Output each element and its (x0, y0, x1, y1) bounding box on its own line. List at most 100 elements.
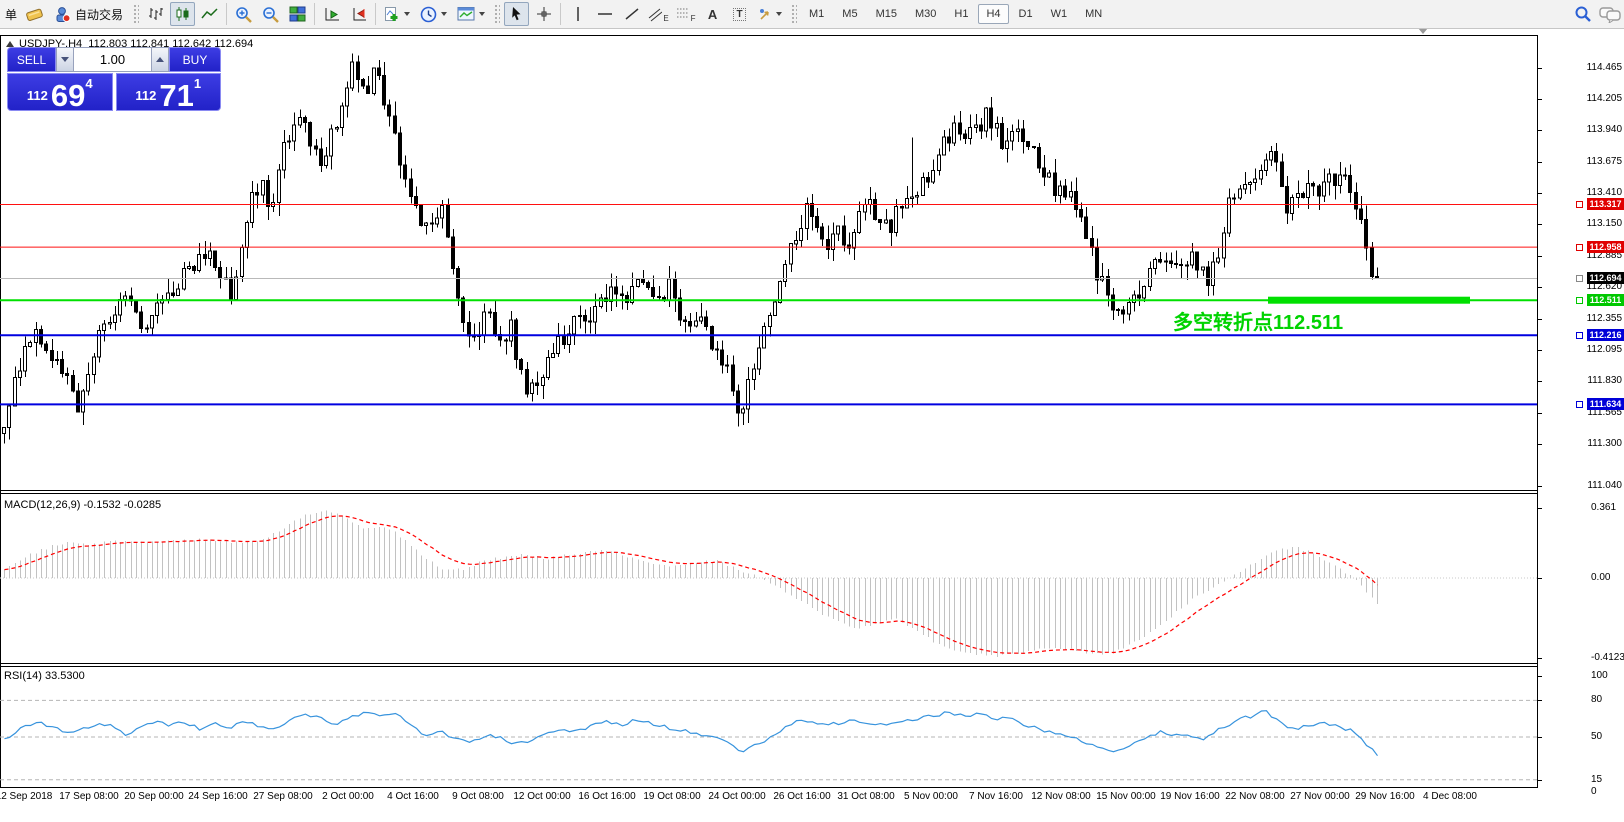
tf-button-M15[interactable]: M15 (868, 4, 905, 24)
pane-splitter[interactable] (0, 490, 1538, 491)
horizontal-line-tool-button[interactable] (592, 2, 617, 26)
tf-button-M5[interactable]: M5 (834, 4, 865, 24)
toolbar-separator (226, 3, 227, 25)
sell-button[interactable]: SELL (7, 47, 56, 72)
chart-shift-icon (350, 6, 368, 23)
toolbar-separator (375, 3, 376, 25)
hline-handle[interactable] (1576, 201, 1583, 208)
macd-tick-label: -0.4123 (1591, 652, 1624, 663)
auto-scroll-button[interactable] (319, 2, 344, 26)
hline-handle[interactable] (1576, 244, 1583, 251)
tf-button-H1[interactable]: H1 (946, 4, 976, 24)
line-chart-button[interactable] (197, 2, 222, 26)
toolbar-grip[interactable] (790, 3, 797, 25)
macd-pane[interactable] (0, 497, 1537, 663)
arrows-tool-icon (758, 7, 772, 22)
tf-button-W1[interactable]: W1 (1043, 4, 1076, 24)
candlestick-chart-button[interactable] (170, 2, 195, 26)
bar-chart-button[interactable] (143, 2, 168, 26)
autotrading-button[interactable]: 自动交易 (49, 2, 128, 26)
horizontal-line-icon (597, 6, 613, 22)
volume-increase-button[interactable] (151, 47, 169, 72)
tf-button-MN[interactable]: MN (1077, 4, 1110, 24)
text-label-tool-button[interactable]: T (727, 2, 752, 26)
timeframe-group: M1M5M15M30H1H4D1W1MN (800, 4, 1111, 24)
new-order-label: 单 (5, 6, 17, 23)
rsi-tick-dash (1538, 700, 1542, 701)
time-tick-label: 24 Oct 00:00 (708, 791, 765, 802)
price-chart-pane[interactable] (0, 36, 1537, 490)
crosshair-tool-button[interactable] (531, 2, 556, 26)
trendline-tool-button[interactable] (619, 2, 644, 26)
tile-windows-button[interactable] (285, 2, 310, 26)
price-tick-dash (1538, 68, 1542, 69)
price-tick-dash (1538, 319, 1542, 320)
macd-tick-label: 0.361 (1591, 502, 1616, 513)
trendline-icon (624, 6, 640, 22)
rsi-pane[interactable] (0, 668, 1537, 787)
buy-price-button[interactable]: 112 71 1 (116, 73, 222, 111)
tf-button-M30[interactable]: M30 (907, 4, 944, 24)
macd-indicator-label: MACD(12,26,9) -0.1532 -0.0285 (4, 499, 161, 511)
price-line-label: 113.317 (1587, 198, 1624, 210)
order-ticket-button[interactable] (22, 2, 47, 26)
macd-tick-dash (1538, 578, 1542, 579)
tf-button-H4[interactable]: H4 (978, 4, 1008, 24)
tf-button-M1[interactable]: M1 (801, 4, 832, 24)
tf-button-D1[interactable]: D1 (1011, 4, 1041, 24)
time-tick-label: 12 Nov 08:00 (1031, 791, 1091, 802)
time-tick-label: 26 Oct 16:00 (773, 791, 830, 802)
tile-windows-icon (289, 6, 306, 22)
arrows-dropdown-caret (776, 12, 782, 16)
chat-icon (1599, 5, 1621, 23)
toolbar-grip[interactable] (493, 3, 500, 25)
hline-handle[interactable] (1576, 401, 1583, 408)
toolbar-grip[interactable] (132, 3, 139, 25)
search-icon (1574, 5, 1592, 23)
price-tick-dash (1538, 287, 1542, 288)
price-tick-dash (1538, 381, 1542, 382)
price-tick-label: 112.095 (1560, 344, 1622, 355)
price-tick-label: 113.940 (1560, 124, 1622, 135)
indicators-icon (384, 6, 400, 23)
indicators-button[interactable] (380, 2, 414, 26)
price-tick-label: 114.465 (1560, 62, 1622, 73)
pane-splitter[interactable] (0, 666, 1538, 667)
pane-splitter[interactable] (0, 663, 1538, 664)
buy-price-prefix: 112 (135, 88, 156, 103)
hline-handle[interactable] (1576, 297, 1583, 304)
auto-scroll-icon (323, 6, 341, 23)
hline-handle[interactable] (1576, 275, 1583, 282)
rsi-tick-label: 80 (1591, 694, 1602, 705)
fibonacci-tool-button[interactable]: F (673, 2, 698, 26)
buy-button[interactable]: BUY (169, 47, 221, 72)
cursor-tool-button[interactable] (504, 2, 529, 26)
volume-decrease-button[interactable] (56, 47, 74, 72)
sell-price-button[interactable]: 112 69 4 (7, 73, 113, 111)
zoom-out-button[interactable] (258, 2, 283, 26)
chat-button[interactable] (1597, 2, 1622, 26)
pivot-highlight-bar (1268, 297, 1470, 304)
time-tick-label: 15 Nov 00:00 (1096, 791, 1156, 802)
hline-handle[interactable] (1576, 332, 1583, 339)
arrows-tool-button[interactable] (754, 2, 786, 26)
vertical-line-tool-button[interactable] (565, 2, 590, 26)
channel-tool-button[interactable]: E (646, 2, 671, 26)
chart-shift-button[interactable] (346, 2, 371, 26)
volume-field[interactable]: 1.00 (74, 47, 151, 72)
periods-button[interactable] (416, 2, 451, 26)
time-tick-label: 7 Nov 16:00 (969, 791, 1023, 802)
templates-button[interactable] (453, 2, 489, 26)
bar-chart-icon (147, 6, 164, 22)
time-tick-label: 16 Oct 16:00 (578, 791, 635, 802)
zoom-in-button[interactable] (231, 2, 256, 26)
time-tick-label: 4 Oct 16:00 (387, 791, 439, 802)
new-order-button[interactable]: 单 (2, 2, 20, 26)
sell-price-sup: 4 (85, 76, 92, 91)
search-button[interactable] (1570, 2, 1595, 26)
text-tool-button[interactable]: A (700, 2, 725, 26)
pane-splitter[interactable] (0, 493, 1538, 494)
candlestick-chart-icon (174, 6, 191, 22)
time-tick-label: 31 Oct 08:00 (837, 791, 894, 802)
rsi-tick-dash (1538, 676, 1542, 677)
